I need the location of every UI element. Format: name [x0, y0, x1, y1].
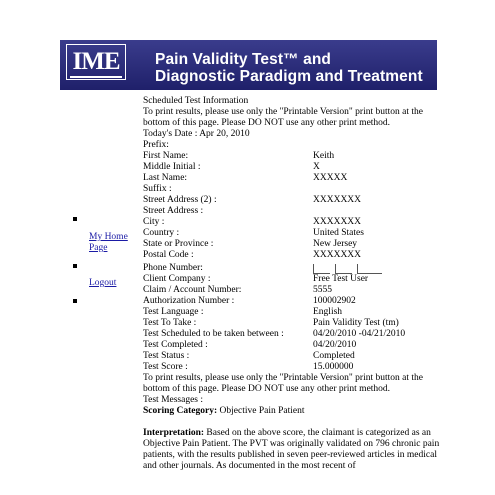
- field-row: Authorization Number : 100002902: [143, 296, 443, 307]
- nav-bullet-icon: [73, 264, 77, 268]
- field-row: Client Company : Free Test User: [143, 274, 443, 285]
- field-value: XXXXX: [313, 173, 348, 183]
- prefix-label: Prefix:: [143, 140, 169, 150]
- banner-title-line2: Diagnostic Paradigm and Treatment: [155, 68, 423, 85]
- field-value: XXXXXXX: [313, 217, 362, 227]
- field-row: Test Status : Completed: [143, 351, 443, 362]
- field-label: City :: [143, 217, 165, 227]
- print-notice-bottom: To print results, please use only the "P…: [143, 373, 423, 394]
- field-value: 100002902: [313, 296, 356, 306]
- field-row: Last Name: XXXXX: [143, 173, 443, 184]
- field-row: State or Province : New Jersey: [143, 239, 443, 250]
- field-label: Test Language :: [143, 307, 204, 317]
- banner-title-line1: Pain Validity Test™ and: [155, 51, 332, 68]
- field-row: Test Completed : 04/20/2010: [143, 340, 443, 351]
- phone-area-box: [313, 264, 330, 274]
- section-title: Scheduled Test Information: [143, 96, 249, 106]
- my-home-page-link[interactable]: My Home Page: [89, 232, 133, 254]
- scheduled-test-content: Scheduled Test Information To print resu…: [143, 96, 443, 472]
- nav-bullet-icon: [73, 217, 77, 221]
- logo-underline: [70, 76, 122, 78]
- field-row: Claim / Account Number: 5555: [143, 285, 443, 296]
- field-value: 15.000000: [313, 362, 354, 372]
- field-label: First Name:: [143, 151, 189, 161]
- field-label: Country :: [143, 228, 180, 238]
- ime-logo: IME: [66, 44, 126, 80]
- field-value: Free Test User: [313, 274, 369, 284]
- field-value: 04/20/2010: [313, 340, 357, 350]
- field-value: XXXXXXX: [313, 195, 362, 205]
- field-label: Test Scheduled to be taken between :: [143, 329, 284, 339]
- interpretation-label: Interpretation:: [143, 428, 205, 438]
- nav-bullet-icon: [73, 299, 77, 303]
- field-label: Client Company :: [143, 274, 211, 284]
- phone-number-boxes: [313, 264, 383, 274]
- field-row: City : XXXXXXX: [143, 217, 443, 228]
- field-label: State or Province :: [143, 239, 214, 249]
- field-label: Middle Initial :: [143, 162, 201, 172]
- field-label: Last Name:: [143, 173, 188, 183]
- field-value: New Jersey: [313, 239, 358, 249]
- field-value: United States: [313, 228, 364, 238]
- field-value: Pain Validity Test (tm): [313, 318, 399, 328]
- field-row: Test Scheduled to be taken between : 04/2…: [143, 329, 443, 340]
- field-label: Test To Take :: [143, 318, 197, 328]
- field-value: 5555: [313, 285, 332, 295]
- today-date: Today's Date : Apr 20, 2010: [143, 129, 250, 139]
- scoring-category: Scoring Category: Objective Pain Patient: [143, 406, 443, 417]
- field-row: Street Address :: [143, 206, 443, 217]
- field-value: Keith: [313, 151, 335, 161]
- field-label: Authorization Number :: [143, 296, 235, 306]
- patient-fields: First Name: Keith Middle Initial : X Last …: [143, 151, 443, 261]
- field-row: Suffix :: [143, 184, 443, 195]
- phone-line-box: [357, 264, 382, 274]
- field-label: Street Address (2) :: [143, 195, 217, 205]
- phone-row: Phone Number:: [143, 261, 443, 274]
- field-label: Test Score :: [143, 362, 188, 372]
- field-row: Test Language : English: [143, 307, 443, 318]
- phone-label: Phone Number:: [143, 263, 203, 273]
- field-value: XXXXXXX: [313, 250, 362, 260]
- test-fields: Client Company : Free Test User Claim / A…: [143, 274, 443, 373]
- field-label: Street Address :: [143, 206, 204, 216]
- print-notice: To print results, please use only the "P…: [143, 107, 423, 128]
- field-row: Middle Initial : X: [143, 162, 443, 173]
- field-value: English: [313, 307, 343, 317]
- interpretation: Interpretation: Based on the above score…: [143, 428, 443, 472]
- field-value: Completed: [313, 351, 355, 361]
- field-row: Street Address (2) : XXXXXXX: [143, 195, 443, 206]
- field-row: Test Score : 15.000000: [143, 362, 443, 373]
- field-row: Test To Take : Pain Validity Test (tm): [143, 318, 443, 329]
- field-row: Postal Code : XXXXXXX: [143, 250, 443, 261]
- field-row: Country : United States: [143, 228, 443, 239]
- scoring-category-value: Objective Pain Patient: [219, 406, 305, 416]
- field-value: X: [313, 162, 320, 172]
- field-label: Postal Code :: [143, 250, 194, 260]
- field-label: Test Status :: [143, 351, 190, 361]
- field-label: Suffix :: [143, 184, 172, 194]
- field-label: Claim / Account Number:: [143, 285, 242, 295]
- logout-link[interactable]: Logout: [89, 278, 116, 289]
- field-value: 04/20/2010 -04/21/2010: [313, 329, 406, 339]
- test-messages-label: Test Messages :: [143, 395, 204, 405]
- field-label: Test Completed :: [143, 340, 208, 350]
- scoring-category-label: Scoring Category:: [143, 406, 218, 416]
- field-row: First Name: Keith: [143, 151, 443, 162]
- phone-prefix-box: [335, 264, 352, 274]
